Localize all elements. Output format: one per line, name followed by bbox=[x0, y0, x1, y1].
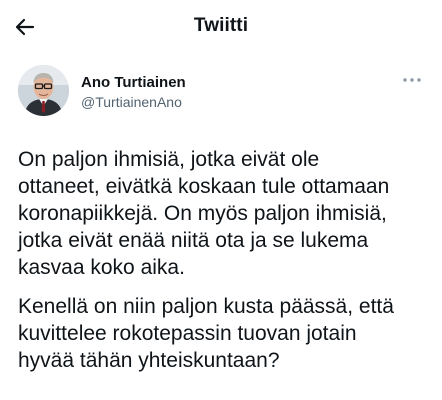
tweet-paragraph: Kenellä on niin paljon kusta päässä, ett… bbox=[18, 295, 394, 372]
more-button[interactable] bbox=[400, 72, 424, 88]
top-bar: Twiitti bbox=[0, 0, 442, 52]
author-name[interactable]: Ano Turtiainen bbox=[81, 74, 186, 91]
avatar[interactable] bbox=[18, 65, 69, 116]
author-handle[interactable]: @TurtiainenAno bbox=[81, 94, 182, 110]
profile-photo bbox=[18, 65, 69, 116]
tweet-paragraph: On paljon ihmisiä, jotka eivät ole ottan… bbox=[18, 148, 390, 279]
page-title: Twiitti bbox=[193, 15, 249, 36]
tweet-text: On paljon ihmisiä, jotka eivät ole ottan… bbox=[18, 146, 432, 374]
more-horizontal-icon bbox=[403, 78, 421, 82]
tweet-author: Ano Turtiainen @TurtiainenAno bbox=[18, 64, 428, 120]
tweet-detail-screen: Twiitti Ano Turtiainen @TurtiainenAno On… bbox=[0, 0, 442, 400]
